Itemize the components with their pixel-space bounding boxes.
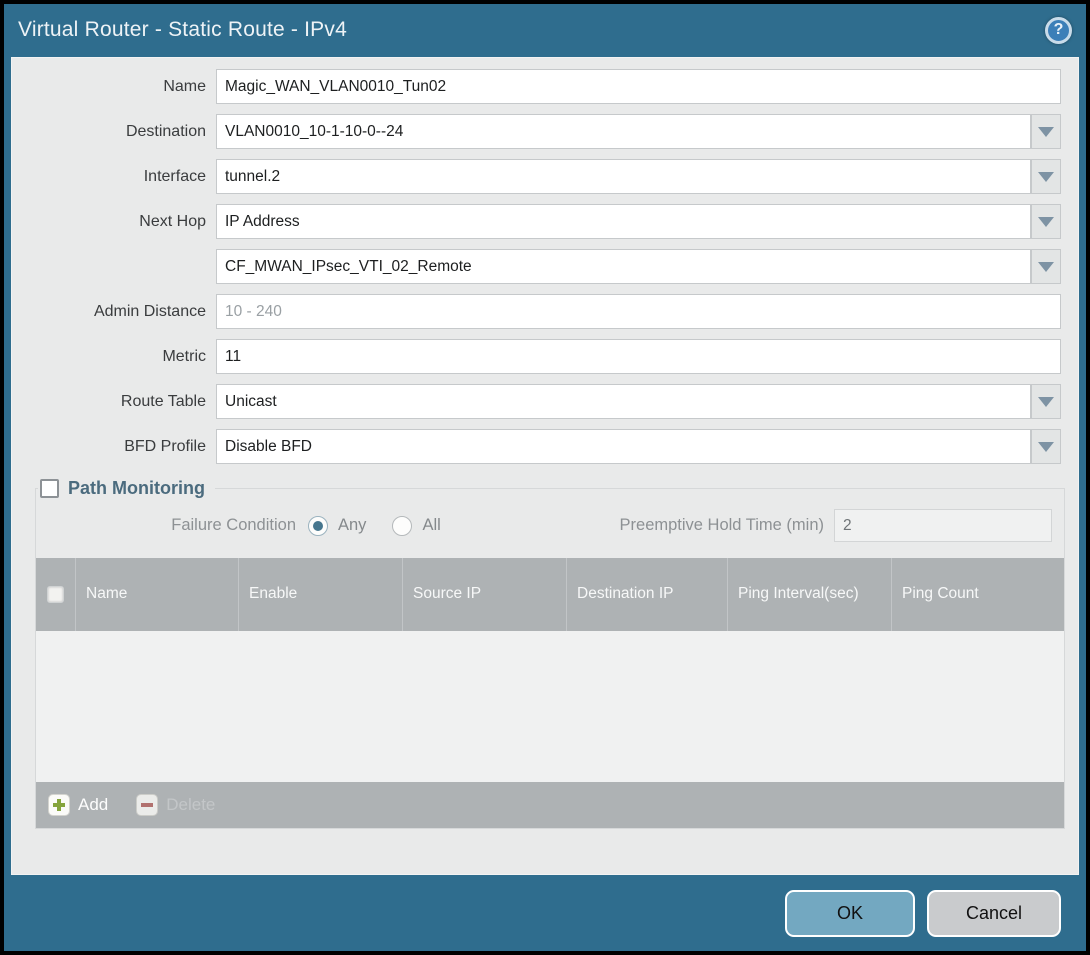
metric-input[interactable] bbox=[216, 339, 1061, 374]
admin-distance-input[interactable] bbox=[216, 294, 1061, 329]
metric-row: Metric bbox=[12, 339, 1061, 374]
chevron-down-icon bbox=[1038, 442, 1054, 452]
next-hop-row: Next Hop bbox=[12, 204, 1061, 239]
route-table-dropdown-button[interactable] bbox=[1031, 384, 1061, 419]
failure-condition-row: Failure Condition Any All Preemptive Hol… bbox=[36, 499, 1064, 558]
plus-icon bbox=[48, 794, 70, 816]
column-header-name[interactable]: Name bbox=[76, 558, 239, 631]
dialog: Virtual Router - Static Route - IPv4 ? N… bbox=[4, 4, 1086, 951]
path-monitoring-section: Path Monitoring Failure Condition Any Al… bbox=[35, 478, 1065, 829]
next-hop-address-input[interactable] bbox=[216, 249, 1031, 284]
minus-icon bbox=[136, 794, 158, 816]
radio-any-label: Any bbox=[338, 516, 366, 535]
interface-label: Interface bbox=[12, 168, 216, 186]
table-header-checkbox-cell bbox=[36, 558, 76, 631]
route-table-label: Route Table bbox=[12, 393, 216, 411]
column-header-ping-interval[interactable]: Ping Interval(sec) bbox=[728, 558, 892, 631]
delete-button[interactable]: Delete bbox=[136, 794, 215, 816]
failure-condition-all-option[interactable]: All bbox=[392, 516, 440, 536]
metric-label: Metric bbox=[12, 348, 216, 366]
bfd-profile-label: BFD Profile bbox=[12, 438, 216, 456]
chevron-down-icon bbox=[1038, 397, 1054, 407]
bfd-profile-row: BFD Profile bbox=[12, 429, 1061, 464]
failure-condition-options: Any All bbox=[308, 516, 441, 536]
interface-row: Interface bbox=[12, 159, 1061, 194]
select-all-checkbox[interactable] bbox=[47, 586, 64, 603]
preemptive-hold-time-input[interactable] bbox=[834, 509, 1052, 542]
next-hop-address-row bbox=[12, 249, 1061, 284]
chevron-down-icon bbox=[1038, 217, 1054, 227]
path-monitoring-title: Path Monitoring bbox=[68, 478, 205, 499]
bfd-profile-select[interactable] bbox=[216, 429, 1031, 464]
admin-distance-row: Admin Distance bbox=[12, 294, 1061, 329]
dialog-footer: OK Cancel bbox=[4, 875, 1086, 951]
bfd-profile-dropdown-button[interactable] bbox=[1031, 429, 1061, 464]
failure-condition-any-option[interactable]: Any bbox=[308, 516, 366, 536]
column-header-enable[interactable]: Enable bbox=[239, 558, 403, 631]
path-monitoring-table: Name Enable Source IP Destination IP Pin… bbox=[36, 558, 1064, 828]
radio-any[interactable] bbox=[308, 516, 328, 536]
chevron-down-icon bbox=[1038, 262, 1054, 272]
title-bar: Virtual Router - Static Route - IPv4 ? bbox=[4, 4, 1086, 56]
destination-row: Destination bbox=[12, 114, 1061, 149]
chevron-down-icon bbox=[1038, 172, 1054, 182]
next-hop-dropdown-button[interactable] bbox=[1031, 204, 1061, 239]
name-input[interactable] bbox=[216, 69, 1061, 104]
interface-dropdown-button[interactable] bbox=[1031, 159, 1061, 194]
table-body-empty bbox=[36, 631, 1064, 782]
preemptive-hold-time-label: Preemptive Hold Time (min) bbox=[620, 516, 834, 535]
next-hop-label: Next Hop bbox=[12, 213, 216, 231]
name-row: Name bbox=[12, 69, 1061, 104]
chevron-down-icon bbox=[1038, 127, 1054, 137]
radio-all[interactable] bbox=[392, 516, 412, 536]
destination-input[interactable] bbox=[216, 114, 1031, 149]
column-header-ping-count[interactable]: Ping Count bbox=[892, 558, 1064, 631]
add-button[interactable]: Add bbox=[48, 794, 108, 816]
next-hop-address-dropdown-button[interactable] bbox=[1031, 249, 1061, 284]
destination-dropdown-button[interactable] bbox=[1031, 114, 1061, 149]
table-toolbar: Add Delete bbox=[36, 782, 1064, 828]
route-table-row: Route Table bbox=[12, 384, 1061, 419]
path-monitoring-checkbox[interactable] bbox=[40, 479, 59, 498]
add-button-label: Add bbox=[78, 795, 108, 815]
cancel-button[interactable]: Cancel bbox=[927, 890, 1061, 937]
column-header-destination-ip[interactable]: Destination IP bbox=[567, 558, 728, 631]
table-header-row: Name Enable Source IP Destination IP Pin… bbox=[36, 558, 1064, 631]
name-label: Name bbox=[12, 78, 216, 96]
dialog-content: Name Destination Interface Next Hop bbox=[11, 57, 1079, 875]
next-hop-type-select[interactable] bbox=[216, 204, 1031, 239]
failure-condition-label: Failure Condition bbox=[36, 516, 308, 535]
admin-distance-label: Admin Distance bbox=[12, 303, 216, 321]
radio-all-label: All bbox=[422, 516, 440, 535]
path-monitoring-legend: Path Monitoring bbox=[38, 478, 215, 499]
column-header-source-ip[interactable]: Source IP bbox=[403, 558, 567, 631]
help-icon[interactable]: ? bbox=[1045, 17, 1072, 44]
destination-label: Destination bbox=[12, 123, 216, 141]
delete-button-label: Delete bbox=[166, 795, 215, 815]
route-table-select[interactable] bbox=[216, 384, 1031, 419]
interface-input[interactable] bbox=[216, 159, 1031, 194]
ok-button[interactable]: OK bbox=[785, 890, 915, 937]
dialog-title: Virtual Router - Static Route - IPv4 bbox=[18, 18, 347, 42]
